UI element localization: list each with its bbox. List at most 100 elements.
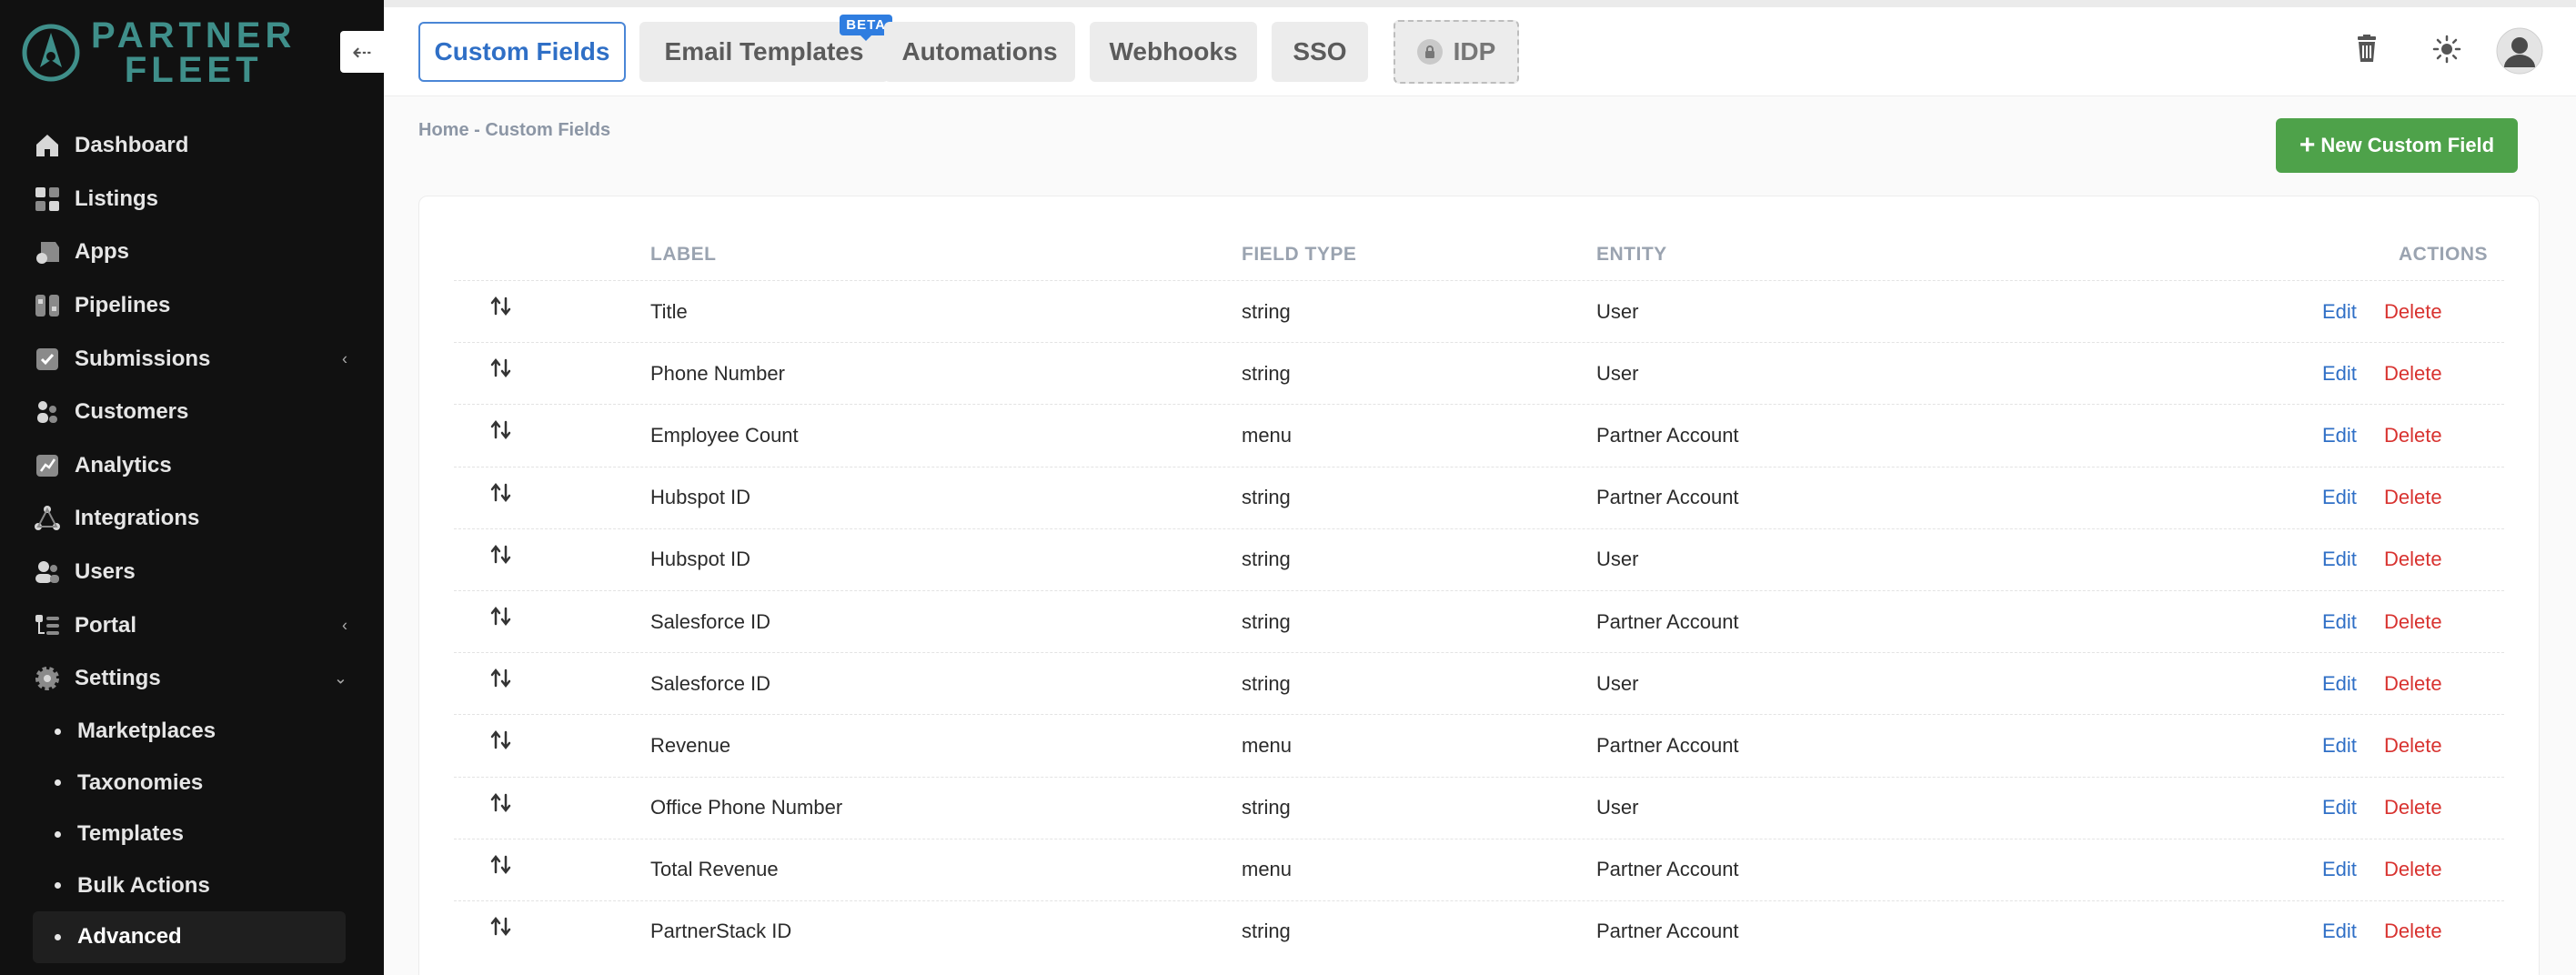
sidebar-subitem-templates[interactable]: Templates [0, 809, 384, 860]
sidebar-item-analytics[interactable]: Analytics [0, 439, 384, 493]
new-custom-field-button[interactable]: + New Custom Field [2276, 118, 2518, 173]
table-row: Phone Number string User Edit Delete [454, 342, 2504, 404]
tab-label: Custom Fields [434, 37, 610, 65]
sidebar-subitem-taxonomies[interactable]: Taxonomies [0, 758, 384, 809]
table-row: Salesforce ID string Partner Account Edit De… [454, 589, 2504, 652]
edit-link[interactable]: Edit [2322, 300, 2357, 324]
edit-link[interactable]: Edit [2322, 424, 2357, 447]
drag-sort-icon[interactable] [488, 666, 514, 691]
cell-entity: User [1596, 548, 1639, 571]
gear-icon [33, 664, 62, 693]
delete-link[interactable]: Delete [2384, 858, 2442, 881]
sidebar-item-label: Customers [75, 399, 189, 425]
collapse-sidebar-button[interactable]: ⇠ [340, 31, 384, 73]
logo[interactable]: PARTNER FLEET [20, 16, 296, 89]
drag-sort-icon[interactable] [488, 852, 514, 878]
sidebar-item-label: Dashboard [75, 133, 189, 158]
drag-sort-icon[interactable] [488, 604, 514, 629]
bullet-icon [55, 882, 61, 890]
delete-link[interactable]: Delete [2384, 424, 2442, 447]
table-row: Hubspot ID string Partner Account Edit Delet… [454, 466, 2504, 528]
tab-label: SSO [1293, 37, 1347, 65]
drag-sort-icon[interactable] [488, 728, 514, 753]
edit-link[interactable]: Edit [2322, 672, 2357, 696]
sidebar-item-listings[interactable]: Listings [0, 173, 384, 226]
sidebar-item-pipelines[interactable]: Pipelines [0, 279, 384, 333]
edit-link[interactable]: Edit [2322, 610, 2357, 634]
drag-sort-icon[interactable] [488, 356, 514, 381]
sidebar: PARTNER FLEET ⇠ Dashboard Listings Apps [0, 0, 384, 975]
edit-link[interactable]: Edit [2322, 362, 2357, 386]
cell-entity: User [1596, 796, 1639, 819]
sidebar-item-settings[interactable]: Settings ⌄ [0, 652, 384, 706]
cell-field-type: menu [1242, 733, 1293, 757]
sidebar-item-customers[interactable]: Customers [0, 386, 384, 439]
sidebar-subitem-bulk-actions[interactable]: Bulk Actions [0, 860, 384, 912]
tab-email-templates[interactable]: Email Templates BETA [639, 15, 892, 82]
tab-sso[interactable]: SSO [1272, 22, 1368, 82]
delete-link[interactable]: Delete [2384, 672, 2442, 696]
edit-link[interactable]: Edit [2322, 734, 2357, 758]
tab-label: IDP [1453, 37, 1496, 65]
cell-field-type: string [1242, 920, 1291, 943]
delete-link[interactable]: Delete [2384, 300, 2442, 324]
logo-line-1: PARTNER [91, 15, 297, 55]
delete-link[interactable]: Delete [2384, 486, 2442, 509]
delete-link[interactable]: Delete [2384, 920, 2442, 943]
tab-idp[interactable]: IDP [1394, 20, 1519, 84]
sidebar-nav: Dashboard Listings Apps Pipelines Submis… [0, 119, 384, 706]
sidebar-item-dashboard[interactable]: Dashboard [0, 119, 384, 173]
sidebar-item-label: Submissions [75, 346, 211, 371]
tab-label: Email Templates [664, 37, 864, 65]
chart-icon [33, 451, 62, 480]
sidebar-subitem-label: Taxonomies [77, 769, 204, 795]
drag-sort-icon[interactable] [488, 542, 514, 568]
sidebar-item-apps[interactable]: Apps [0, 226, 384, 279]
drag-sort-icon[interactable] [488, 417, 514, 443]
delete-link[interactable]: Delete [2384, 734, 2442, 758]
drag-sort-icon[interactable] [488, 480, 514, 506]
delete-link[interactable]: Delete [2384, 610, 2442, 634]
delete-link[interactable]: Delete [2384, 362, 2442, 386]
sidebar-subitem-label: Bulk Actions [77, 872, 210, 898]
home-icon [33, 131, 62, 160]
edit-link[interactable]: Edit [2322, 858, 2357, 881]
tab-webhooks[interactable]: Webhooks [1090, 22, 1257, 82]
avatar[interactable] [2494, 25, 2545, 76]
sidebar-item-submissions[interactable]: Submissions ‹ [0, 332, 384, 386]
cell-entity: User [1596, 361, 1639, 385]
custom-fields-card: LABEL FIELD TYPE ENTITY ACTIONS Title str… [418, 196, 2540, 975]
edit-link[interactable]: Edit [2322, 486, 2357, 509]
drag-sort-icon[interactable] [488, 790, 514, 816]
sidebar-subitem-marketplaces[interactable]: Marketplaces [0, 706, 384, 758]
bullet-icon [55, 779, 61, 787]
edit-link[interactable]: Edit [2322, 796, 2357, 819]
customers-icon [33, 397, 62, 427]
drag-sort-icon[interactable] [488, 294, 514, 319]
trash-icon[interactable] [2347, 29, 2387, 69]
tab-automations[interactable]: Automations [884, 22, 1075, 82]
sidebar-item-label: Settings [75, 666, 161, 691]
cell-field-type: string [1242, 486, 1291, 509]
column-header-field-type: FIELD TYPE [1242, 244, 1357, 265]
table-row: Employee Count menu Partner Account Edit Del… [454, 404, 2504, 466]
cell-field-type: string [1242, 671, 1291, 695]
logo-text: PARTNER FLEET [91, 15, 297, 88]
sidebar-subitem-advanced[interactable]: Advanced [33, 911, 346, 963]
sidebar-item-integrations[interactable]: Integrations [0, 492, 384, 546]
delete-link[interactable]: Delete [2384, 796, 2442, 819]
edit-link[interactable]: Edit [2322, 548, 2357, 571]
edit-link[interactable]: Edit [2322, 920, 2357, 943]
tab-custom-fields[interactable]: Custom Fields [418, 22, 626, 82]
table-row: Revenue menu Partner Account Edit Delete [454, 714, 2504, 776]
sidebar-item-portal[interactable]: Portal ‹ [0, 598, 384, 652]
cell-field-type: string [1242, 796, 1291, 819]
sun-icon[interactable] [2427, 29, 2467, 69]
user-avatar-icon [2496, 27, 2543, 75]
cell-label: Salesforce ID [650, 671, 771, 695]
top-bar: Custom Fields Email Templates BETA Autom… [384, 0, 2576, 96]
cell-label: Office Phone Number [650, 796, 843, 819]
delete-link[interactable]: Delete [2384, 548, 2442, 571]
drag-sort-icon[interactable] [488, 914, 514, 940]
sidebar-item-users[interactable]: Users [0, 546, 384, 599]
